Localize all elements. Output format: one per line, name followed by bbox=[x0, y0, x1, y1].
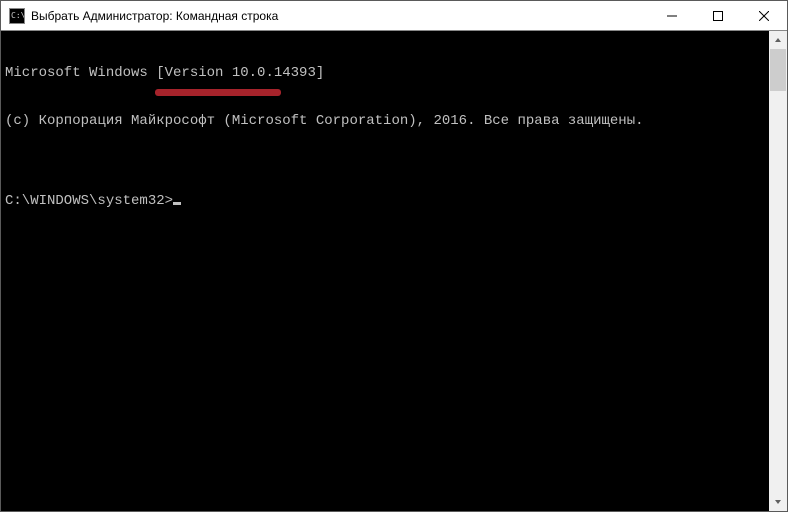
terminal-output[interactable]: Microsoft Windows [Version 10.0.14393] (… bbox=[1, 31, 769, 511]
scroll-up-button[interactable] bbox=[769, 31, 787, 49]
scroll-thumb[interactable] bbox=[770, 49, 786, 91]
scroll-down-button[interactable] bbox=[769, 493, 787, 511]
window-controls bbox=[649, 1, 787, 30]
prompt-line[interactable]: C:\WINDOWS\system32> bbox=[5, 193, 765, 209]
prompt-text: C:\WINDOWS\system32> bbox=[5, 193, 173, 209]
client-area: Microsoft Windows [Version 10.0.14393] (… bbox=[1, 31, 787, 511]
version-line: Microsoft Windows [Version 10.0.14393] bbox=[5, 65, 765, 81]
titlebar[interactable]: C:\ Выбрать Администратор: Командная стр… bbox=[1, 1, 787, 31]
vertical-scrollbar[interactable] bbox=[769, 31, 787, 511]
copyright-line: (c) Корпорация Майкрософт (Microsoft Cor… bbox=[5, 113, 765, 129]
maximize-button[interactable] bbox=[695, 1, 741, 30]
minimize-button[interactable] bbox=[649, 1, 695, 30]
window-title: Выбрать Администратор: Командная строка bbox=[31, 9, 649, 23]
highlight-underline bbox=[155, 89, 281, 96]
cmd-icon: C:\ bbox=[9, 8, 25, 24]
cursor-icon bbox=[173, 202, 181, 205]
close-button[interactable] bbox=[741, 1, 787, 30]
scroll-track[interactable] bbox=[769, 49, 787, 493]
